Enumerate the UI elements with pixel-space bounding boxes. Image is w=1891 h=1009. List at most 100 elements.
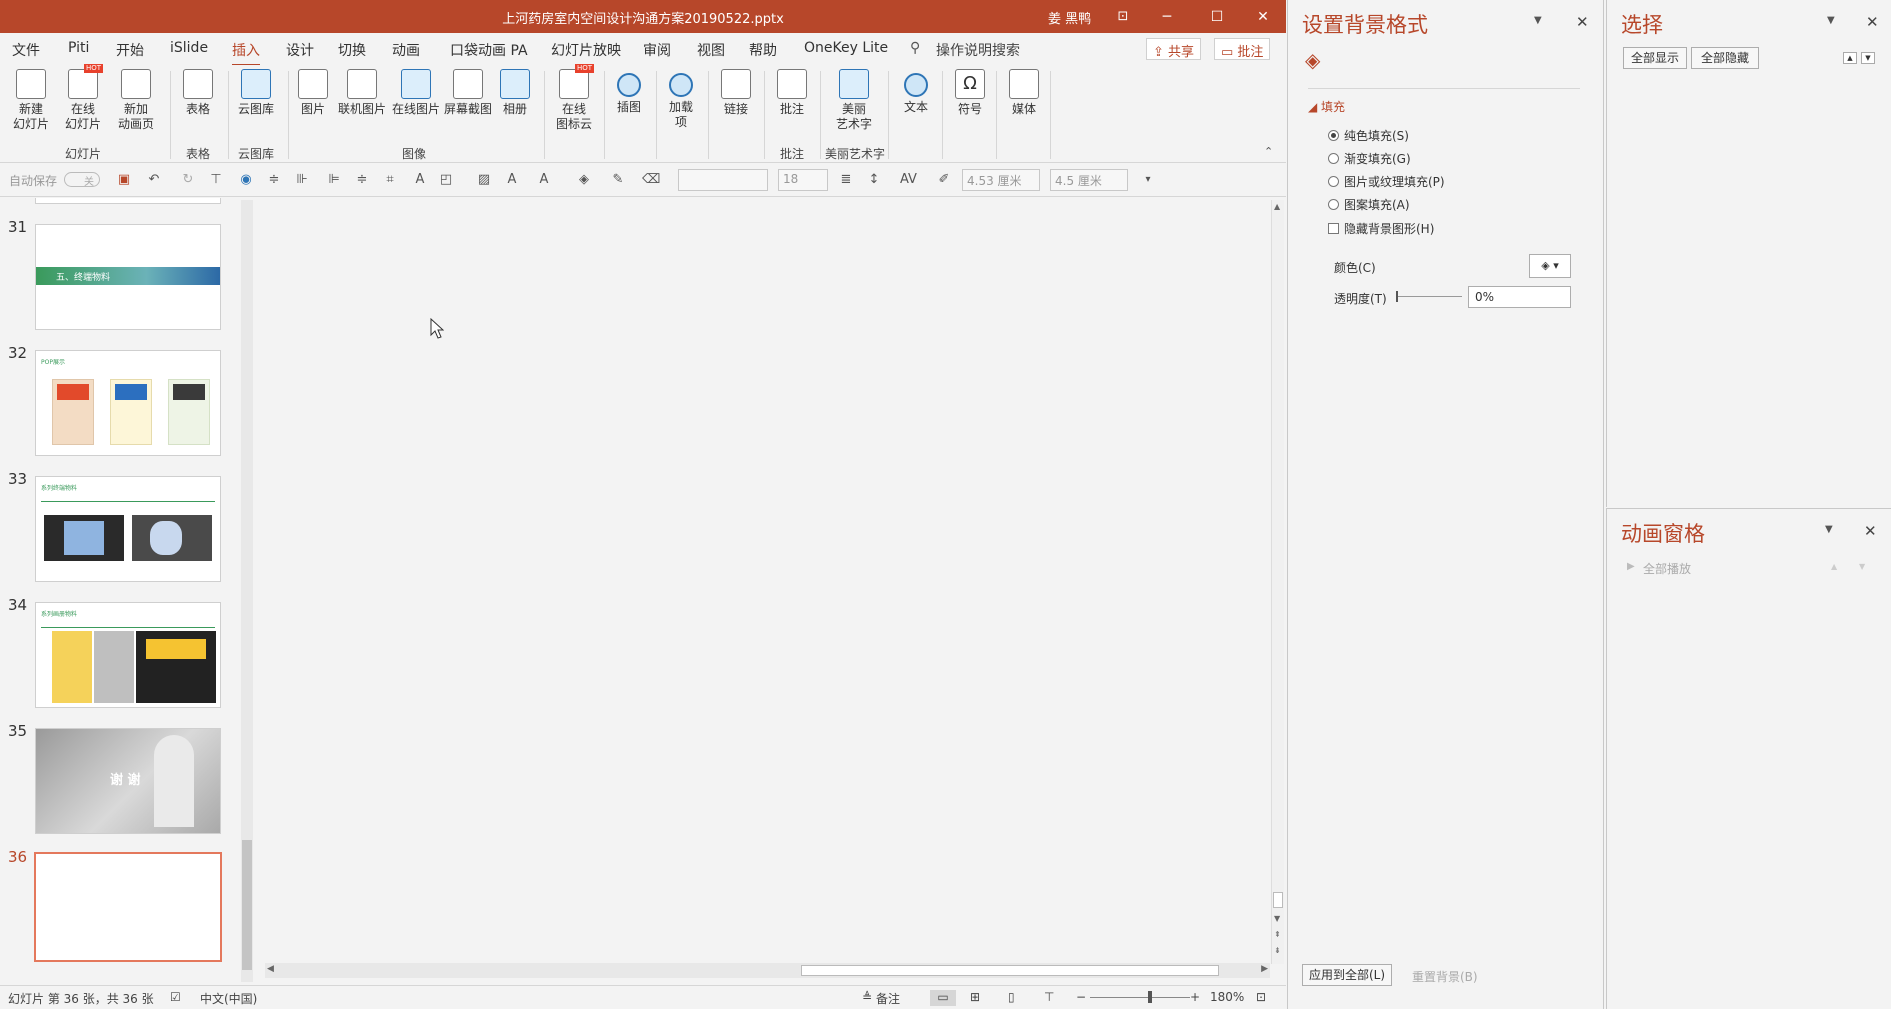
media-button[interactable]: 媒体 — [1004, 69, 1044, 117]
collapse-ribbon-icon[interactable]: ⌃ — [1264, 145, 1273, 158]
font-name-select[interactable] — [678, 169, 768, 191]
picture-button[interactable]: 图片 — [296, 69, 330, 117]
fill-bucket-icon[interactable]: ◈ — [1305, 48, 1320, 72]
move-down-icon[interactable]: ▼ — [1859, 562, 1865, 571]
symbol-button[interactable]: Ω 符号 — [950, 69, 990, 117]
textbox-icon[interactable]: A — [412, 172, 428, 188]
zoom-slider[interactable] — [1090, 997, 1190, 998]
shapes-icon[interactable]: ◰ — [438, 172, 454, 188]
accessibility-icon[interactable]: ☑ — [170, 990, 181, 1004]
width-field[interactable]: 4.5 厘米 — [1050, 169, 1128, 191]
language-indicator[interactable]: 中文(中国) — [200, 990, 257, 1007]
wordart-button[interactable]: 美丽 艺术字 — [828, 69, 880, 132]
customize-qat-icon[interactable]: ▾ — [1140, 172, 1156, 188]
online-pictures-button[interactable]: 联机图片 — [334, 69, 390, 117]
tab-insert[interactable]: 插入 — [232, 40, 260, 66]
picture-fill-option[interactable]: 图片或纹理填充(P) — [1328, 173, 1445, 190]
edit-scroll-thumb[interactable] — [1273, 892, 1283, 908]
restore-button[interactable]: ☐ — [1198, 3, 1236, 31]
search-icon[interactable]: ⚲ — [910, 40, 920, 56]
online-slide-button[interactable]: HOT 在线 幻灯片 — [58, 64, 108, 132]
play-all-button[interactable]: 全部播放 — [1643, 560, 1691, 577]
tab-transitions[interactable]: 切换 — [338, 40, 366, 60]
scroll-down-icon[interactable]: ▼ — [1274, 914, 1280, 923]
align-center-icon[interactable]: ≑ — [354, 172, 370, 188]
zoom-out-icon[interactable]: − — [1076, 990, 1086, 1004]
zoom-level[interactable]: 180% — [1210, 990, 1244, 1004]
edit-vertical-scrollbar[interactable]: ▲ ▼ ⇞ ⇟ — [1271, 200, 1284, 964]
comments-button[interactable]: ▭ 批注 — [1214, 38, 1271, 60]
minimize-button[interactable]: ─ — [1148, 3, 1186, 31]
next-slide-icon[interactable]: ⇟ — [1274, 946, 1281, 955]
tab-home[interactable]: 开始 — [116, 40, 144, 60]
apply-to-all-button[interactable]: 应用到全部(L) — [1302, 964, 1392, 986]
transparency-slider[interactable] — [1396, 296, 1462, 297]
hide-bg-graphics-checkbox[interactable]: 隐藏背景图形(H) — [1328, 220, 1434, 237]
online-image-button[interactable]: 在线图片 — [390, 69, 442, 117]
font-color-icon[interactable]: A — [504, 172, 520, 188]
font-size-select[interactable]: 18 — [778, 169, 828, 191]
notes-button[interactable]: 备注 — [876, 990, 900, 1007]
image-icon[interactable]: ▨ — [476, 172, 492, 188]
tab-slideshow[interactable]: 幻灯片放映 — [551, 40, 621, 60]
crop-icon[interactable]: ⌗ — [382, 172, 398, 188]
tab-onekey[interactable]: OneKey Lite — [804, 40, 888, 56]
normal-view-icon[interactable]: ▭ — [930, 990, 956, 1006]
close-pane-icon[interactable]: ✕ — [1576, 13, 1589, 31]
format-painter-icon[interactable]: ✐ — [936, 172, 952, 188]
zoom-in-icon[interactable]: + — [1190, 990, 1200, 1004]
pane-options-icon[interactable]: ▼ — [1827, 15, 1835, 26]
table-button[interactable]: 表格 — [178, 69, 218, 117]
bring-forward-icon[interactable]: ▲ — [1843, 52, 1857, 64]
new-slide-button[interactable]: 新建 幻灯片 — [6, 69, 56, 132]
slide-sorter-icon[interactable]: ⊞ — [970, 990, 980, 1004]
notes-icon[interactable]: ≜ — [862, 990, 872, 1004]
move-up-icon[interactable]: ▲ — [1831, 562, 1837, 571]
text-effect-icon[interactable]: A — [536, 172, 552, 188]
distribute-icon[interactable]: ⊪ — [294, 172, 310, 188]
fit-slide-icon[interactable]: ⊡ — [1256, 990, 1266, 1004]
link-button[interactable]: 链接 — [718, 69, 754, 117]
album-button[interactable]: 相册 — [498, 69, 532, 117]
tab-help[interactable]: 帮助 — [749, 40, 777, 60]
prev-slide-icon[interactable]: ⇞ — [1274, 930, 1281, 939]
redo-icon[interactable]: ↻ — [180, 172, 196, 188]
tab-review[interactable]: 审阅 — [643, 40, 671, 60]
comment-button[interactable]: 批注 — [774, 69, 810, 117]
hide-all-button[interactable]: 全部隐藏 — [1691, 47, 1759, 69]
slide-thumbnail-31[interactable]: 五、终端物料 — [35, 224, 221, 330]
outline-color-icon[interactable]: ✎ — [610, 172, 626, 188]
char-spacing-icon[interactable]: AV — [900, 172, 917, 188]
tab-view[interactable]: 视图 — [697, 40, 725, 60]
tab-pocket-animation[interactable]: 口袋动画 PA — [450, 40, 528, 60]
tab-islide[interactable]: iSlide — [170, 40, 208, 56]
scroll-left-icon[interactable]: ◀ — [267, 964, 274, 974]
undo-icon[interactable]: ↶ — [146, 172, 162, 188]
eraser-icon[interactable]: ⌫ — [642, 172, 660, 188]
slide-thumbnail-32[interactable]: POP展示 — [35, 350, 221, 456]
paragraph-spacing-icon[interactable]: ↕ — [866, 172, 882, 188]
transparency-input[interactable]: 0% — [1468, 286, 1571, 308]
autosave-toggle[interactable]: 关 — [64, 172, 100, 188]
slide-thumbnail-33[interactable]: 系列终端物料 — [35, 476, 221, 582]
addins-button[interactable]: 加载 项 — [664, 69, 698, 130]
send-backward-icon[interactable]: ▼ — [1861, 52, 1875, 64]
tab-piti[interactable]: Piti — [68, 40, 89, 56]
distribute-h-icon[interactable]: ⊫ — [326, 172, 342, 188]
save-icon[interactable]: ▣ — [116, 172, 132, 188]
play-icon[interactable]: ▶ — [1627, 561, 1635, 572]
height-field[interactable]: 4.53 厘米 — [962, 169, 1040, 191]
reset-background-button[interactable]: 重置背景(B) — [1412, 968, 1478, 985]
share-button[interactable]: ⇪ 共享 — [1146, 38, 1202, 60]
slide-edit-area[interactable] — [258, 200, 1272, 966]
horizontal-scroll-thumb[interactable] — [801, 965, 1219, 976]
edit-horizontal-scrollbar[interactable]: ◀ ▶ — [265, 963, 1270, 978]
new-anim-page-button[interactable]: 新加 动画页 — [110, 69, 162, 132]
fill-color-icon[interactable]: ◈ — [576, 172, 592, 188]
close-pane-icon[interactable]: ✕ — [1866, 13, 1879, 31]
show-all-button[interactable]: 全部显示 — [1623, 47, 1687, 69]
pane-options-icon[interactable]: ▼ — [1534, 15, 1542, 26]
close-button[interactable]: ✕ — [1244, 3, 1282, 31]
pane-options-icon[interactable]: ▼ — [1825, 524, 1833, 535]
color-picker-button[interactable]: ◈ ▾ — [1529, 254, 1571, 278]
